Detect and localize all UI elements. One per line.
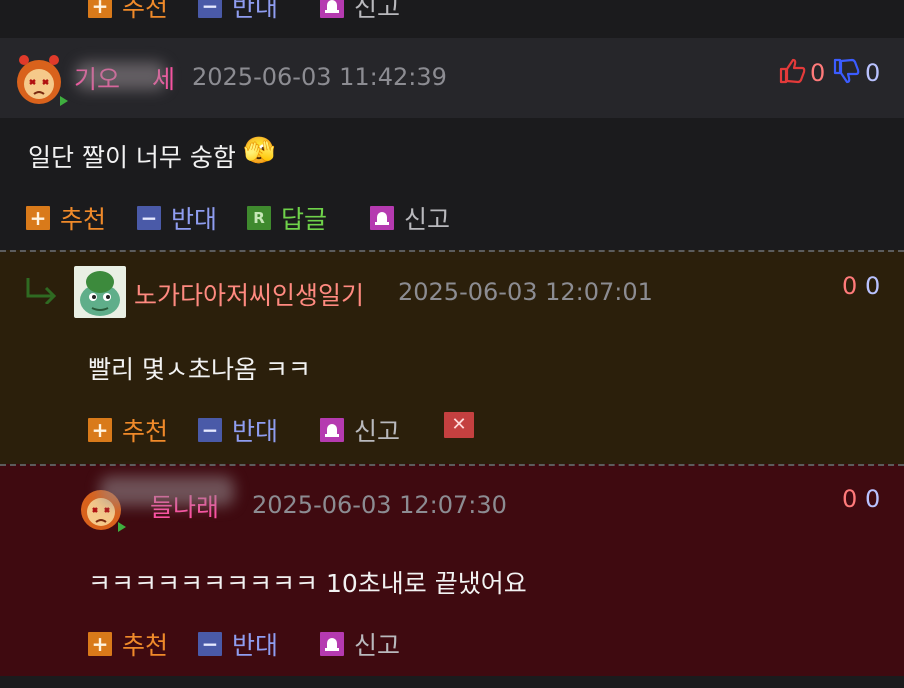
report-button[interactable]: 신고 — [320, 412, 400, 448]
reply-arrow-icon — [24, 276, 60, 308]
comment-datetime: 2025-06-03 12:07:01 — [398, 278, 653, 306]
like-count: 0 — [810, 59, 826, 87]
recommend-button[interactable]: + 추천 — [88, 412, 168, 448]
like-count: 0 — [842, 485, 858, 513]
level-icon — [118, 522, 126, 532]
siren-icon — [320, 418, 344, 442]
thumbs-down-icon[interactable] — [832, 57, 860, 89]
plus-icon: + — [88, 418, 112, 442]
plus-icon: + — [26, 206, 50, 230]
level-icon — [60, 96, 68, 106]
siren-icon — [320, 0, 344, 18]
prev-comment-actions: + 추천 − 반대 신고 — [0, 0, 904, 38]
dislike-count: 0 — [865, 485, 881, 513]
nickname-blur — [100, 476, 234, 506]
peeking-face-emoji: 🫣 — [243, 136, 276, 166]
avatar[interactable] — [12, 52, 66, 106]
plus-icon: + — [88, 632, 112, 656]
delete-button[interactable]: ✕ — [444, 412, 484, 438]
nickname-blur — [76, 62, 166, 90]
minus-icon: − — [198, 632, 222, 656]
bottom-divider — [0, 676, 904, 688]
comment-header: 기오 세 2025-06-03 11:42:39 0 0 — [0, 38, 904, 118]
oppose-button[interactable]: − 반대 — [198, 412, 278, 448]
minus-icon: − — [137, 206, 161, 230]
dislike-count: 0 — [865, 272, 881, 300]
thumbs-up-icon[interactable] — [778, 57, 806, 89]
siren-icon — [370, 206, 394, 230]
comment-datetime: 2025-06-03 11:42:39 — [192, 63, 447, 91]
report-button[interactable]: 신고 — [320, 626, 400, 662]
minus-icon: − — [198, 0, 222, 18]
reply-comment: 노가다아저씨인생일기 2025-06-03 12:07:01 0 0 빨리 몇ㅅ… — [0, 250, 904, 464]
reply-comment-author: 들나래 2025-06-03 12:07:30 0 0 ㅋㅋㅋㅋㅋㅋㅋㅋㅋㅋ 1… — [0, 464, 904, 676]
report-button[interactable]: 신고 — [320, 0, 400, 24]
author-nickname[interactable]: 노가다아저씨인생일기 — [134, 276, 364, 312]
comment-body: 일단 짤이 너무 숭함 🫣 + 추천 − 반대 R 답글 신고 — [0, 118, 904, 250]
comment-text: 빨리 몇ㅅ초나옴 ㅋㅋ — [88, 355, 311, 384]
like-count: 0 — [842, 272, 858, 300]
dislike-count: 0 — [865, 59, 881, 87]
oppose-button[interactable]: − 반대 — [198, 626, 278, 662]
recommend-button[interactable]: + 추천 — [88, 0, 168, 24]
comment-text: ㅋㅋㅋㅋㅋㅋㅋㅋㅋㅋ 10초내로 끝냈어요 — [88, 569, 527, 598]
oppose-button[interactable]: − 반대 — [198, 0, 278, 24]
close-icon: ✕ — [444, 412, 474, 438]
comment-text: 일단 짤이 너무 숭함 — [28, 143, 236, 172]
recommend-button[interactable]: + 추천 — [88, 626, 168, 662]
siren-icon — [320, 632, 344, 656]
oppose-button[interactable]: − 반대 — [137, 200, 217, 236]
reply-button[interactable]: R 답글 — [247, 200, 327, 236]
comment-datetime: 2025-06-03 12:07:30 — [252, 491, 507, 519]
avatar[interactable] — [74, 266, 126, 318]
recommend-button[interactable]: + 추천 — [26, 200, 106, 236]
report-button[interactable]: 신고 — [370, 200, 450, 236]
minus-icon: − — [198, 418, 222, 442]
reply-icon: R — [247, 206, 271, 230]
plus-icon: + — [88, 0, 112, 18]
